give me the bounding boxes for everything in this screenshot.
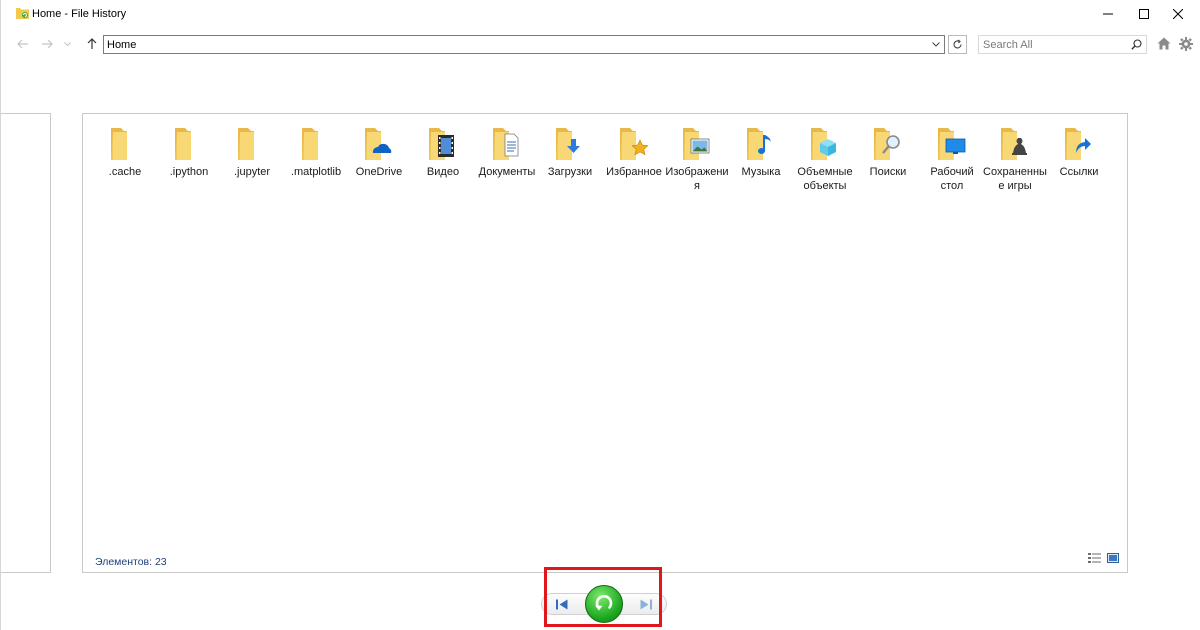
desktop-folder-icon — [936, 126, 968, 162]
video-folder-icon — [427, 126, 459, 162]
folder-item-label: Ссылки — [1059, 166, 1099, 178]
folder-item-label: .matplotlib — [290, 166, 342, 178]
minimize-button[interactable] — [1089, 0, 1127, 28]
recent-locations-chevron-icon[interactable] — [61, 36, 73, 52]
address-dropdown-chevron-icon[interactable] — [929, 36, 943, 53]
folder-icon — [300, 126, 332, 162]
close-button[interactable] — [1159, 0, 1197, 28]
folder-item-label: Поиски — [869, 166, 907, 178]
large-icons-view-icon[interactable] — [1107, 553, 1119, 566]
items-count-status: Элементов: 23 — [95, 556, 167, 568]
saved-games-folder-icon — [999, 126, 1031, 162]
details-view-icon[interactable] — [1088, 553, 1101, 566]
folder-item-label: Рабочий стол — [930, 166, 974, 192]
folder-item[interactable]: .matplotlib — [286, 124, 346, 199]
back-arrow-icon[interactable] — [15, 36, 31, 52]
annotation-highlight-box — [544, 567, 662, 627]
folder-item[interactable]: Видео — [413, 124, 473, 199]
folder-item[interactable]: Избранное — [604, 124, 664, 199]
folder-item-label: Документы — [478, 166, 536, 178]
3d-objects-folder-icon — [809, 126, 841, 162]
home-icon[interactable] — [1157, 37, 1171, 53]
folder-item[interactable]: Изображения — [665, 124, 729, 199]
address-text: Home — [107, 39, 137, 51]
folder-item[interactable]: Сохраненные игры — [983, 124, 1047, 199]
navigation-pane[interactable] — [1, 113, 51, 573]
downloads-folder-icon — [554, 126, 586, 162]
refresh-icon — [953, 39, 962, 49]
search-placeholder: Search All — [983, 39, 1033, 51]
folder-item[interactable]: OneDrive — [349, 124, 409, 199]
search-box[interactable]: Search All — [978, 35, 1147, 54]
folder-item[interactable]: .ipython — [159, 124, 219, 199]
file-history-app-icon — [16, 7, 29, 19]
file-history-window: Home - File History Home Search All .cac… — [0, 0, 1200, 630]
documents-folder-icon — [491, 126, 523, 162]
folder-item-label: Объемные объекты — [797, 166, 853, 192]
links-folder-icon — [1063, 126, 1095, 162]
folder-icon — [109, 126, 141, 162]
folder-item-label: .cache — [108, 166, 142, 178]
folder-grid: .cache .ipython .jupyter .matplotlib OneDriv… — [95, 124, 1125, 204]
title-bar: Home - File History — [1, 0, 1200, 28]
folder-item[interactable]: Загрузки — [540, 124, 600, 199]
folder-item[interactable]: Музыка — [731, 124, 791, 199]
folder-item-label: Избранное — [606, 166, 662, 178]
folder-item-label: Сохраненные игры — [983, 166, 1047, 192]
window-title: Home - File History — [32, 8, 127, 20]
folder-item-label: Музыка — [741, 166, 781, 178]
forward-arrow-icon[interactable] — [39, 36, 55, 52]
folder-item[interactable]: .cache — [95, 124, 155, 199]
searches-folder-icon — [872, 126, 904, 162]
folder-item[interactable]: Документы — [477, 124, 537, 199]
folder-item-label: Загрузки — [547, 166, 593, 178]
folder-item-label: OneDrive — [355, 166, 403, 178]
folder-item[interactable]: Ссылки — [1049, 124, 1109, 199]
folder-item[interactable]: .jupyter — [222, 124, 282, 199]
folder-item-label: Изображения — [665, 166, 729, 192]
settings-gear-icon[interactable] — [1179, 37, 1193, 54]
search-icon[interactable] — [1131, 39, 1142, 53]
refresh-button[interactable] — [948, 35, 967, 54]
folder-item-label: .jupyter — [233, 166, 271, 178]
navigation-bar: Home Search All — [1, 33, 1200, 57]
folder-item[interactable]: Поиски — [858, 124, 918, 199]
content-pane: .cache .ipython .jupyter .matplotlib OneDriv… — [82, 113, 1128, 573]
pictures-folder-icon — [681, 126, 713, 162]
up-arrow-icon[interactable] — [84, 36, 100, 52]
folder-item-label: .ipython — [169, 166, 209, 178]
folder-icon — [173, 126, 205, 162]
address-bar[interactable]: Home — [103, 35, 945, 54]
folder-icon — [236, 126, 268, 162]
maximize-button[interactable] — [1125, 0, 1163, 28]
music-folder-icon — [745, 126, 777, 162]
favorites-folder-icon — [618, 126, 650, 162]
folder-item-label: Видео — [426, 166, 460, 178]
folder-item[interactable]: Объемные объекты — [795, 124, 855, 199]
onedrive-folder-icon — [363, 126, 395, 162]
folder-item[interactable]: Рабочий стол — [922, 124, 982, 199]
